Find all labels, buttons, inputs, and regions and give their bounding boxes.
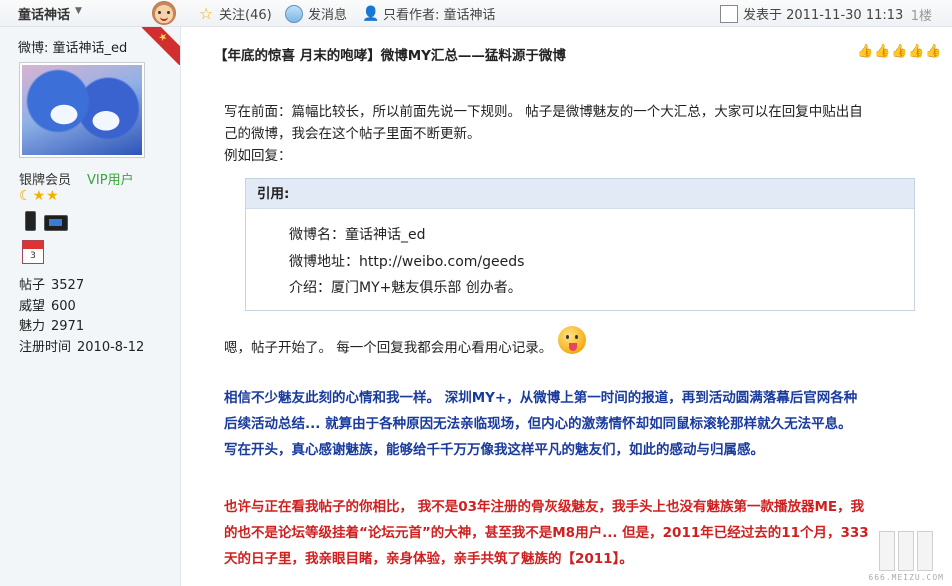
red-paragraph: 也许与正在看我帖子的你相比， 我不是03年注册的骨灰级魅友，我手头上也没有魅族第… [224,494,940,572]
star-icon: ★ [46,188,60,204]
blue-line: 后续活动总结... 就算由于各种原因无法亲临现场，但内心的激荡情怀却如同鼠标滚轮… [224,416,852,432]
chevron-down-icon[interactable]: ▼ [75,6,82,16]
stat-row: 注册时间 2010-8-12 [19,338,144,359]
author-name-link[interactable]: 童话神话 [18,4,70,23]
thumbs-up-icon[interactable]: 👍 [891,44,907,59]
calendar-icon[interactable]: 3 [22,240,44,264]
member-rank: 银牌会员 [19,173,72,188]
meizu-logo-icon [868,531,944,571]
send-message-button[interactable]: 发消息 [285,4,347,23]
thumbs-up-icon[interactable]: 👍 [857,44,873,59]
red-line: 也许与正在看我帖子的你相比， 我不是03年注册的骨灰级魅友，我手头上也没有魅族第… [224,499,865,515]
post-header-bar: 童话神话 ▼ ☆ 关注(46) 发消息 👤 只看作者: 童话神话 发表于 201… [0,0,952,27]
avatar[interactable] [19,62,145,158]
document-icon [720,4,738,23]
calendar-day: 3 [30,251,36,261]
level-stars: ☾★★ [19,188,60,204]
post-time-label: 发表于 2011-11-30 11:13 [743,8,904,23]
send-message-label: 发消息 [308,8,348,23]
weibo-name: 微博: 童话神话_ed [18,41,128,56]
post-title: 【年底的惊喜 月末的咆哮】微博MY汇总——猛料源于微博 [214,48,566,64]
stat-value: 2010-8-12 [77,339,145,355]
thumbs-up-icon[interactable]: 👍 [874,44,890,59]
intro-line: 写在前面：篇幅比较长，所以前面先说一下规则。 帖子是微博魅友的一个大汇总，大家可… [224,104,863,120]
thumbs-up-icon[interactable]: 👍 [908,44,924,59]
stat-row: 威望 600 [19,297,144,318]
post-content: 【年底的惊喜 月末的咆哮】微博MY汇总——猛料源于微博 👍 👍 👍 👍 👍 写在… [181,27,952,586]
rating-thumbs: 👍 👍 👍 👍 👍 [857,44,941,59]
blue-line: 写在开头，真心感谢魅族，能够给千千万万像我这样平凡的魅友们，如此的感动与归属感。 [224,442,764,458]
media-player-icon[interactable] [44,215,68,231]
quote-header: 引用: [246,179,914,209]
only-author-label: 只看作者: 童话神话 [383,8,496,23]
tongue-out-emoji-icon [558,326,587,354]
quote-block: 引用: 微博名：童话神话_ed 微博地址：http://weibo.com/ge… [245,178,915,311]
quote-line: 微博名：童话神话_ed [289,227,426,243]
device-medals [25,211,68,231]
stat-value: 3527 [51,278,85,293]
badge-ribbon-icon: ★ [142,27,180,65]
quote-line: 介绍：厦门MY+魅友俱乐部 创办者。 [289,280,522,296]
stat-row: 魅力 2971 [19,317,144,338]
phone-icon[interactable] [25,211,36,231]
star-icon: ☆ [198,3,214,23]
post-intro: 写在前面：篇幅比较长，所以前面先说一下规则。 帖子是微博魅友的一个大汇总，大家可… [224,101,936,167]
only-author-button[interactable]: 👤 只看作者: 童话神话 [362,4,496,24]
floor-number[interactable]: 1楼 [911,5,932,24]
red-line: 的也不是论坛等级挂着“论坛元首”的大神，甚至我不是M8用户... 但是，2011… [224,525,869,541]
intro-line: 例如回复： [224,148,292,164]
watermark-text: 666.MEIZU.COM [868,573,944,582]
follow-label: 关注(46) [219,8,272,23]
author-sidebar: 微博: 童话神话_ed ★ 银牌会员 VIP用户 ☾★★ 3 帖子 3527 威望… [0,27,181,586]
author-stats: 帖子 3527 威望 600 魅力 2971 注册时间 2010-8-12 [19,276,144,358]
message-bubble-icon [285,4,303,23]
vip-badge[interactable]: VIP用户 [87,169,134,188]
red-line: 天的日子里，我亲眼目睹，亲身体验，亲手共筑了魅族的【2011】。 [224,551,633,567]
stat-row: 帖子 3527 [19,276,144,297]
smiley-face-icon [152,1,176,25]
blue-line: 相信不少魅友此刻的心情和我一样。 深圳MY+，从微博上第一时间的报道，再到活动圆… [224,390,858,406]
stat-label: 魅力 [19,319,46,334]
stat-label: 帖子 [19,278,46,293]
thumbs-up-icon[interactable]: 👍 [925,44,941,59]
user-icon: 👤 [362,5,380,22]
post-paragraph-text: 嗯，帖子开始了。 每一个回复我都会用心看用心记录。 [224,340,553,356]
site-watermark: 666.MEIZU.COM [868,531,944,582]
quote-line: 微博地址：http://weibo.com/geeds [289,254,525,270]
intro-line: 己的微博，我会在这个帖子里面不断更新。 [224,126,481,142]
stat-label: 注册时间 [19,339,72,355]
blue-paragraph: 相信不少魅友此刻的心情和我一样。 深圳MY+，从微博上第一时间的报道，再到活动圆… [224,385,940,463]
stat-label: 威望 [19,298,46,314]
star-icon: ★ [32,188,47,204]
stat-value: 2971 [51,319,85,334]
moon-icon: ☾ [19,188,33,204]
follow-button[interactable]: ☆ 关注(46) [198,4,272,23]
stat-value: 600 [51,298,76,314]
post-time: 发表于 2011-11-30 11:13 [720,4,903,23]
post-paragraph: 嗯，帖子开始了。 每一个回复我都会用心看用心记录。 [224,326,587,360]
